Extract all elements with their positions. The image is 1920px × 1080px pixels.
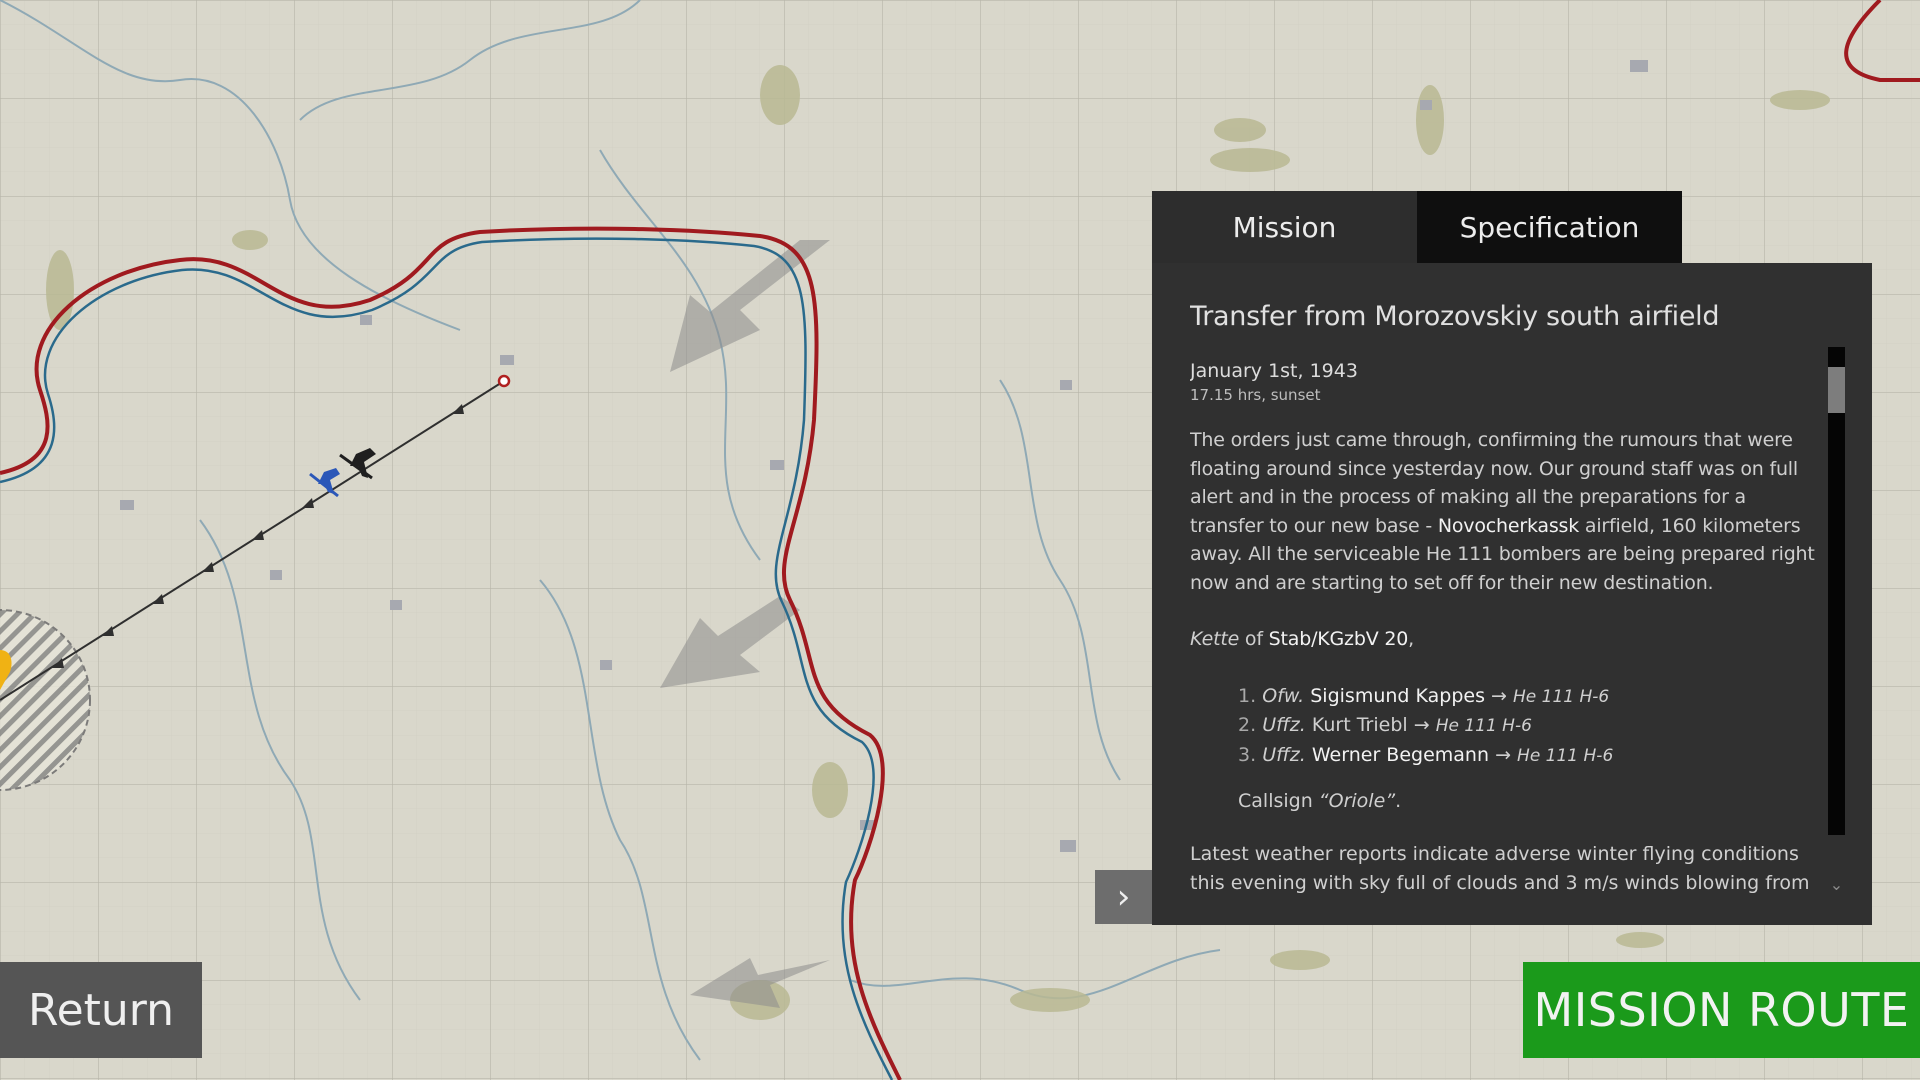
crew-number: 3. [1238,743,1257,766]
unit-of: of [1239,628,1269,650]
crew-number: 1. [1238,684,1257,707]
briefing-tabs: Mission Specification [1152,191,1682,263]
weather-report: Latest weather reports indicate adverse … [1190,843,1810,901]
mission-route-button[interactable]: MISSION ROUTE [1523,962,1920,1058]
unit-line: Kette of Stab/KGzbV 20, [1190,625,1816,654]
crew-list: 1. Ofw. Sigismund Kappes → He 111 H-6 2.… [1190,682,1816,771]
arrow-icon: → [1491,684,1507,707]
crew-rank: Uffz. [1262,743,1306,766]
mission-title: Transfer from Morozovskiy south airfield [1190,301,1720,332]
briefing-content[interactable]: Transfer from Morozovskiy south airfield… [1190,301,1816,901]
tab-mission[interactable]: Mission [1152,191,1417,263]
callsign-label: Callsign [1238,790,1319,812]
crew-rank: Uffz. [1262,714,1306,736]
crew-name: Sigismund Kappes [1310,684,1485,707]
briefing-paragraph: The orders just came through, confirming… [1190,426,1816,597]
mission-time: 17.15 hrs, sunset [1190,386,1321,404]
arrow-icon: → [1495,743,1511,766]
callsign-end: . [1395,790,1402,812]
crew-item: 1. Ofw. Sigismund Kappes → He 111 H-6 [1238,682,1816,712]
unit-formation: Kette [1190,628,1240,650]
mission-date: January 1st, 1943 [1190,360,1358,382]
crew-aircraft: He 111 H-6 [1435,716,1532,736]
expand-panel-button[interactable]: › [1095,870,1152,924]
scrollbar-thumb[interactable] [1828,367,1845,413]
crew-aircraft: He 111 H-6 [1513,686,1610,707]
arrow-icon: → [1413,714,1430,736]
crew-item: 3. Uffz. Werner Begemann → He 111 H-6 [1238,741,1816,771]
destination-highlight: Novocherkassk [1437,514,1580,537]
crew-name: Kurt Triebl [1311,714,1408,736]
crew-number: 2. [1238,714,1257,736]
return-button[interactable]: Return [0,962,202,1058]
scrollbar[interactable] [1828,347,1845,835]
crew-aircraft: He 111 H-6 [1517,745,1614,766]
tab-specification[interactable]: Specification [1417,191,1682,263]
crew-name: Werner Begemann [1311,743,1490,766]
unit-suffix: , [1408,628,1414,650]
scroll-down-icon[interactable]: ⌄ [1828,875,1845,894]
crew-item: 2. Uffz. Kurt Triebl → He 111 H-6 [1238,711,1816,741]
unit-name: Stab/KGzbV 20 [1268,628,1409,650]
briefing-panel: Transfer from Morozovskiy south airfield… [1152,263,1872,925]
callsign-value: “Oriole” [1318,790,1396,812]
crew-rank: Ofw. [1262,684,1305,707]
callsign: Callsign “Oriole”. [1190,790,1816,812]
